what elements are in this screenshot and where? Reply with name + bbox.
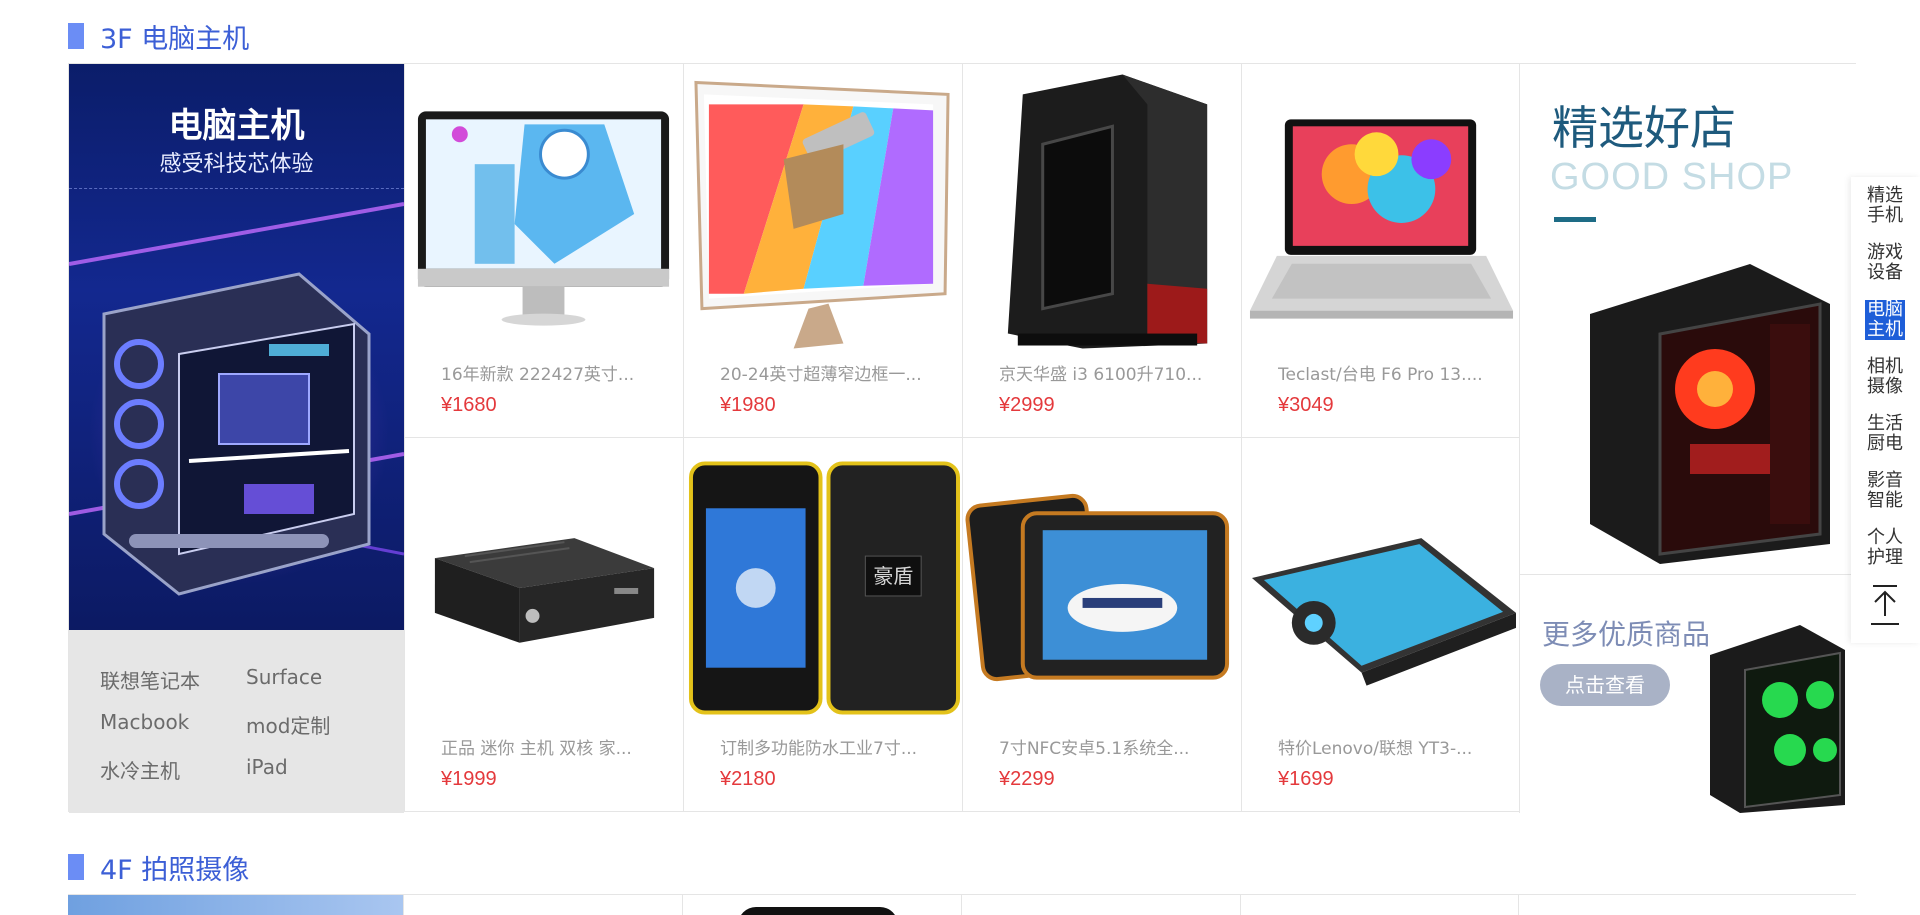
floor-title-marker	[68, 23, 84, 49]
product-name[interactable]: Teclast/台电 F6 Pro 13....	[1278, 360, 1498, 385]
promo-subtitle: 感受科技芯体验	[159, 152, 314, 177]
pc-case-illustration	[69, 202, 404, 596]
floor-3-title-text: 3F 电脑主机	[100, 23, 250, 55]
product-image	[434, 538, 655, 643]
floor-side-nav: 精选 手机 游戏 设备 电脑 主机 相机 摄像 生活 厨电 影音 智能 个人 护理	[1851, 177, 1920, 643]
product-image	[1007, 74, 1208, 349]
nav-item-kitchen[interactable]: 生活 厨电	[1865, 414, 1905, 454]
quick-link[interactable]: 联想笔记本	[100, 665, 200, 694]
product-card[interactable]: 特价Lenovo/联想 YT3-... ¥1699	[1241, 438, 1520, 812]
promo-divider	[69, 188, 404, 189]
camera-product-peek	[738, 907, 898, 915]
floor-3-section: 电脑主机 感受科技芯体验 联想笔记本 Surface Macbook mod定制…	[68, 63, 1857, 813]
nav-item-phones[interactable]: 精选 手机	[1865, 186, 1905, 226]
nav-item-computers[interactable]: 电脑 主机	[1865, 300, 1905, 340]
product-image	[1251, 538, 1517, 686]
quick-link[interactable]: Surface	[246, 665, 322, 689]
product-name[interactable]: 特价Lenovo/联想 YT3-...	[1278, 734, 1498, 759]
product-image: 豪盾	[688, 461, 961, 715]
product-name[interactable]: 京天华盛 i3 6100升710...	[999, 360, 1219, 385]
quick-link[interactable]: iPad	[246, 755, 288, 779]
good-shop-banner[interactable]: 精选好店 GOOD SHOP	[1519, 64, 1857, 575]
product-card[interactable]: 正品 迷你 主机 双核 家... ¥1999	[404, 438, 683, 812]
product-name[interactable]: 20-24英寸超薄窄边框一...	[720, 360, 940, 385]
green-pc-illustration	[1710, 625, 1845, 813]
product-name[interactable]: 订制多功能防水工业7寸...	[720, 734, 940, 759]
arrow-up-icon	[1871, 585, 1899, 625]
grid-divider	[961, 895, 962, 915]
rugged-brand-label: 豪盾	[873, 565, 913, 588]
floor-4-title: 4F 拍照摄像	[68, 850, 250, 886]
product-image	[694, 80, 950, 349]
nav-item-cameras[interactable]: 相机 摄像	[1865, 357, 1905, 397]
grid-divider	[1240, 895, 1241, 915]
product-price: ¥1999	[441, 768, 497, 790]
gaming-pc-illustration	[1590, 264, 1830, 564]
product-image	[417, 111, 670, 326]
more-products-title: 更多优质商品	[1542, 618, 1711, 651]
product-price: ¥2999	[999, 394, 1055, 416]
product-price: ¥1699	[1278, 768, 1334, 790]
product-price: ¥1980	[720, 394, 776, 416]
product-card[interactable]: 豪盾 订制多功能防水工业7寸... ¥2180	[683, 438, 962, 812]
quick-link[interactable]: mod定制	[246, 710, 330, 739]
product-image	[965, 493, 1230, 682]
quick-link[interactable]: Macbook	[100, 710, 189, 734]
product-price: ¥3049	[1278, 394, 1334, 416]
good-shop-accent-line	[1554, 217, 1596, 222]
product-card[interactable]: 京天华盛 i3 6100升710... ¥2999	[962, 64, 1241, 438]
product-card[interactable]: Teclast/台电 F6 Pro 13.... ¥3049	[1241, 64, 1520, 438]
nav-item-audio-video[interactable]: 影音 智能	[1865, 471, 1905, 511]
category-promo-banner[interactable]: 电脑主机 感受科技芯体验	[69, 64, 404, 630]
nav-item-gaming[interactable]: 游戏 设备	[1865, 243, 1905, 283]
nav-item-personal-care[interactable]: 个人 护理	[1865, 528, 1905, 568]
floor-3-title: 3F 电脑主机	[68, 19, 250, 55]
product-price: ¥2299	[999, 768, 1055, 790]
product-name[interactable]: 16年新款 222427英寸...	[441, 360, 661, 385]
good-shop-title: 精选好店	[1552, 101, 1736, 155]
product-name[interactable]: 7寸NFC安卓5.1系统全...	[999, 734, 1219, 759]
grid-divider	[403, 895, 404, 915]
product-card[interactable]: 20-24英寸超薄窄边框一... ¥1980	[683, 64, 962, 438]
quick-link[interactable]: 水冷主机	[100, 755, 180, 784]
more-products-banner[interactable]: 更多优质商品 点击查看	[1519, 575, 1857, 813]
quick-links-panel: 联想笔记本 Surface Macbook mod定制 水冷主机 iPad	[69, 630, 404, 813]
product-card[interactable]: 16年新款 222427英寸... ¥1680	[404, 64, 683, 438]
product-name[interactable]: 正品 迷你 主机 双核 家...	[441, 734, 661, 759]
product-image	[1249, 119, 1514, 319]
floor-4-section	[68, 894, 1856, 915]
product-price: ¥1680	[441, 394, 497, 416]
floor-4-promo-banner[interactable]	[68, 895, 403, 915]
grid-divider	[682, 895, 683, 915]
floor-title-marker	[68, 854, 84, 880]
view-more-button[interactable]: 点击查看	[1540, 664, 1670, 706]
back-to-top-button[interactable]	[1865, 582, 1905, 628]
floor-4-title-text: 4F 拍照摄像	[100, 854, 250, 886]
product-price: ¥2180	[720, 768, 776, 790]
good-shop-subtitle: GOOD SHOP	[1550, 156, 1794, 198]
product-card[interactable]: 7寸NFC安卓5.1系统全... ¥2299	[962, 438, 1241, 812]
promo-title: 电脑主机	[168, 106, 305, 146]
grid-divider	[1518, 895, 1519, 915]
